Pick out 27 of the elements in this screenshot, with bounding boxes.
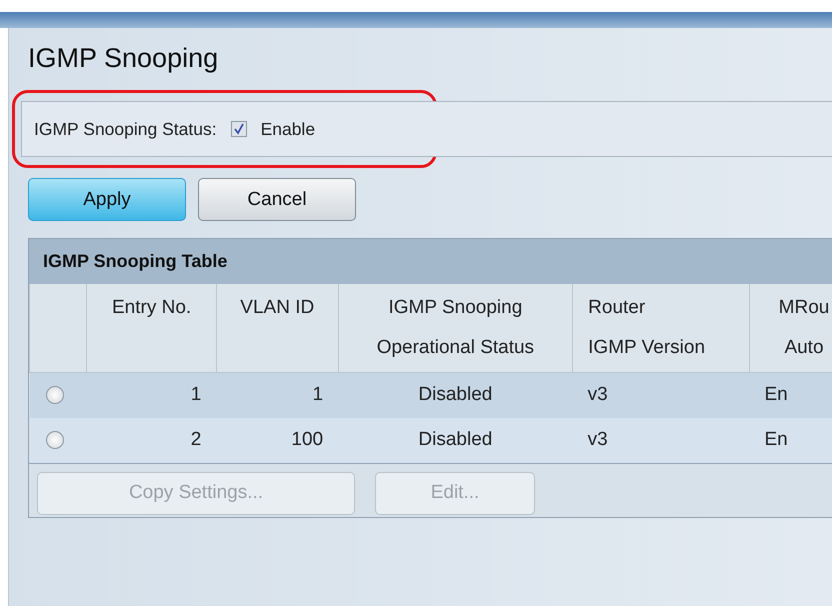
status-label: IGMP Snooping Status:: [34, 118, 217, 140]
table-cell: Disabled: [418, 429, 492, 450]
table-cell: En: [764, 384, 788, 406]
enable-checkbox[interactable]: [230, 121, 247, 137]
table-cell: En: [764, 429, 788, 450]
table-cell: Disabled: [418, 384, 492, 406]
table-cell: 2: [190, 429, 202, 450]
apply-button[interactable]: Apply: [28, 178, 186, 221]
table-cell: 1: [312, 384, 324, 406]
column-header: IGMP Version: [588, 336, 706, 360]
table-cell: 1: [190, 384, 202, 406]
table-cell: 100: [291, 429, 324, 450]
cancel-button[interactable]: Cancel: [198, 178, 356, 221]
column-header: Router: [588, 296, 646, 320]
page-title: IGMP Snooping: [28, 42, 220, 75]
enable-label: Enable: [260, 118, 316, 140]
row-radio[interactable]: [46, 430, 64, 449]
row-radio[interactable]: [46, 386, 64, 404]
column-header: MRou: [778, 296, 830, 320]
table-cell: v3: [588, 384, 608, 406]
table-title: IGMP Snooping Table: [29, 239, 832, 284]
table-cell: v3: [588, 429, 608, 450]
column-header: Entry No.: [111, 296, 192, 320]
column-header: VLAN ID: [239, 296, 316, 320]
column-header: Operational Status: [376, 336, 536, 360]
column-header: IGMP Snooping: [387, 296, 524, 320]
column-header: Auto: [783, 336, 825, 360]
